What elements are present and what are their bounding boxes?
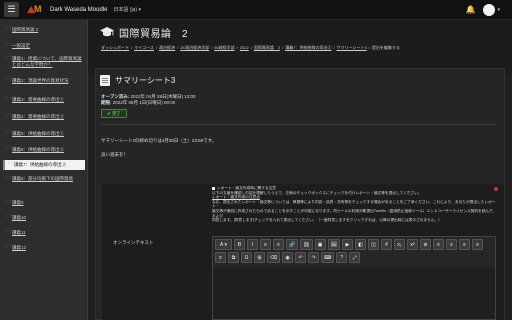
align-center-button[interactable]: ≡ <box>445 239 457 250</box>
sidebar-item-lecture-12[interactable]: 🗀 講義12 <box>6 244 82 251</box>
equation-button[interactable]: ⧉ <box>228 252 239 263</box>
sidebar-item-course-home[interactable]: 🗀 国際貿易論 2 <box>6 26 82 33</box>
sidebar-item-lecture-2[interactable]: 🗀 講義2：現論世界の貿易状況 <box>6 77 82 84</box>
numbered-list-button[interactable]: ≡ <box>273 239 284 250</box>
outdent-button[interactable]: ≡ <box>471 239 483 250</box>
agree-checkbox[interactable] <box>212 186 215 190</box>
bullet-list-button[interactable]: ≡ <box>260 239 271 250</box>
table-button[interactable]: ⊞ <box>254 252 265 263</box>
record-button[interactable]: ◉ <box>282 252 294 263</box>
undo-button[interactable]: ↶ <box>295 252 307 263</box>
breadcrumb-course[interactable]: 国際貿易論 2 <box>254 45 280 51</box>
user-menu-caret-icon[interactable]: ▾ <box>497 7 500 13</box>
more-button[interactable]: ⊕ <box>419 239 431 250</box>
sidebar-item-lecture-10[interactable]: 🗀 講義10 <box>6 214 82 221</box>
file-button[interactable]: ◧ <box>354 239 366 250</box>
sidebar-item-general[interactable]: 🗀 一般設定 <box>6 42 82 49</box>
align-right-button[interactable]: ≡ <box>458 239 470 250</box>
breadcrumb-year[interactable]: 2022 <box>240 45 249 51</box>
sidebar-item-lecture-8[interactable]: 🗀 講義8：部分均衡下の国際貿易 <box>6 175 82 182</box>
breadcrumb-section[interactable]: 講義7：供給曲線の導出③ <box>285 45 331 51</box>
required-indicator-icon <box>494 187 498 191</box>
sidebar-item-lecture-3[interactable]: 🗀 講義3：需要曲線の導出① <box>6 96 82 103</box>
bold-button[interactable]: B <box>234 239 245 250</box>
breadcrumb-my-courses[interactable]: マイコース <box>134 45 154 51</box>
divider <box>101 124 495 125</box>
activity-dates: オープン済み: 2022年 04月 28日(木曜日) 13:00 期限: 202… <box>101 94 196 106</box>
clear-format-button[interactable]: ⌫ <box>267 252 281 263</box>
italic-button[interactable]: I <box>247 239 258 250</box>
menu-toggle-button[interactable]: ☰ <box>4 2 19 17</box>
activity-description: サマリーシート3の締め切りは4月30日（土）23:59です。 <box>101 138 217 143</box>
site-name: Dark Waseda Moodle <box>50 6 108 13</box>
align-left-button[interactable]: ≡ <box>432 239 444 250</box>
sidebar-item-lecture-6[interactable]: 🗀 講義6：供給曲線の導出② <box>6 146 82 153</box>
link-button[interactable]: 🔗 <box>286 239 299 250</box>
graduation-cap-icon <box>100 27 114 37</box>
sidebar-item-lecture-11[interactable]: 🗀 講義11 <box>6 229 82 236</box>
subscript-button[interactable]: x₂ <box>393 239 405 250</box>
due-date: 期限: 2022年 05月 1日(日曜日) 00:00 <box>101 100 176 105</box>
breadcrumb-faculty[interactable]: 政治経済 <box>159 45 175 51</box>
breadcrumb-school[interactable]: 50政経学部 <box>214 45 234 51</box>
font-style-button[interactable]: A ▾ <box>215 239 232 250</box>
user-avatar[interactable] <box>483 3 496 16</box>
hamburger-icon: ☰ <box>7 4 16 14</box>
help-button[interactable]: ? <box>336 252 348 263</box>
sidebar-item-lecture-4[interactable]: 🗀 講義4：需要曲線の導出② <box>6 113 82 120</box>
top-navbar: ☰ M Dark Waseda Moodle 日本語 (ja) ▾ 🔔 ▾ <box>0 0 512 20</box>
breadcrumb-activity[interactable]: サマリーシート3 <box>337 45 367 51</box>
unlink-button[interactable]: ⛓ <box>300 239 313 250</box>
notifications-bell-icon[interactable]: 🔔 <box>465 5 476 15</box>
moodle-logo: M <box>27 5 47 14</box>
embed-button[interactable]: ▣ <box>314 239 326 250</box>
page-title: 国際貿易論 2 <box>119 29 189 40</box>
manage-files-button[interactable]: ◫ <box>367 239 379 250</box>
online-text-label: オンラインテキスト <box>113 240 154 245</box>
hashtag-button[interactable]: # <box>380 239 392 250</box>
breadcrumb-dashboard[interactable]: ダッシュボード <box>101 45 129 51</box>
breadcrumb: ダッシュボード / マイコース / 政治経済/ 2E政治経済学部/ 50政経学部 / … <box>101 45 400 51</box>
breadcrumb-department[interactable]: 2E政治経済学部 <box>180 45 209 51</box>
fullscreen-button[interactable]: ⤢ <box>349 252 361 263</box>
breadcrumb-current: 提出を編集する <box>371 45 400 50</box>
language-menu[interactable]: 日本語 (ja) ▾ <box>113 6 141 13</box>
accessibility-button[interactable]: ⌨ <box>321 252 335 263</box>
sidebar-item-lecture-1[interactable]: 🗀 講義1：授業について、国際貿易論とはどんな学問か？ <box>6 55 82 67</box>
editor-toolbar: A ▾ B I ≡ ≡ 🔗 ⛓ ▣ 🖼 ▶ ◧ ◫ # x₂ x² ⊕ ≡ ≡ … <box>215 239 495 267</box>
mark-done-button[interactable]: ✔ 完了 <box>101 109 127 118</box>
activity-header: サマリーシート3 <box>100 75 175 86</box>
redo-button[interactable]: ↷ <box>308 252 320 263</box>
activity-description-closing: 良い週末を！ <box>101 152 128 157</box>
superscript-button[interactable]: x² <box>406 239 418 250</box>
assignment-icon <box>100 75 110 86</box>
special-char-button[interactable]: Ω <box>241 252 252 263</box>
sidebar-item-lecture-5[interactable]: 🗀 講義5：供給曲線の導出① <box>6 130 82 137</box>
image-button[interactable]: 🖼 <box>327 239 340 250</box>
sidebar-item-lecture-7[interactable]: 🗀 講義7：供給曲線の導出③ <box>3 160 85 170</box>
course-index-sidebar: 🗀 国際貿易論 2 🗀 一般設定 🗀 講義1：授業について、国際貿易論とはどんな学問か… <box>0 20 88 320</box>
plagiarism-notice: レポート・論文作成時に関する注意 以下の文章を確認し内容を理解したうえで、左側の… <box>212 186 497 223</box>
editor-text-area[interactable] <box>213 268 495 319</box>
media-button[interactable]: ▶ <box>341 239 353 250</box>
sidebar-item-lecture-9[interactable]: 🗀 講義9 <box>6 199 82 206</box>
site-brand[interactable]: M Dark Waseda Moodle <box>27 5 107 14</box>
activity-title: サマリーシート3 <box>115 76 176 85</box>
indent-button[interactable]: ≡ <box>215 252 226 263</box>
